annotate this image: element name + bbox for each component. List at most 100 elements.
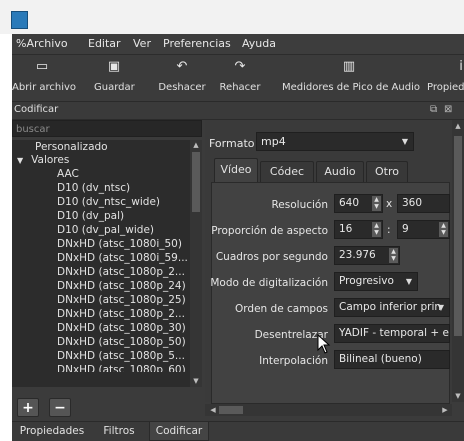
dock-title: Codificar <box>14 104 59 115</box>
properties-button[interactable]: i Propied <box>424 55 464 101</box>
float-icon[interactable]: ⧉ <box>430 104 437 115</box>
resolution-width-value: 640 <box>339 197 360 209</box>
tab-filters[interactable]: Filtros <box>94 422 144 441</box>
preset-item[interactable]: DNxHD (atsc_1080p_50) <box>57 336 186 349</box>
resolution-width-input[interactable]: 640 ▲ ▼ <box>334 194 383 213</box>
tab-other[interactable]: Otro <box>366 161 408 182</box>
preset-item[interactable]: D10 (dv_ntsc) <box>57 182 130 195</box>
aspect-den-input[interactable]: 9 ▲ ▼ <box>397 220 450 239</box>
preset-item[interactable]: DNxHD (atsc_1080p_2... <box>57 266 185 279</box>
preset-item[interactable]: D10 (dv_pal_wide) <box>57 224 154 237</box>
aspect-ratio-label: Proporción de aspecto <box>211 225 328 237</box>
open-file-button[interactable]: ▭ Abrir archivo <box>12 55 77 101</box>
properties-label: Propied <box>427 82 464 93</box>
resolution-height-input[interactable]: 360 <box>397 194 450 213</box>
open-file-label: Abrir archivo <box>12 82 77 93</box>
spinner-icon[interactable]: ▲ ▼ <box>439 222 448 237</box>
aspect-num-input[interactable]: 16 ▲ ▼ <box>334 220 383 239</box>
menu-ayuda[interactable]: Ayuda <box>242 37 276 50</box>
expand-arrow-icon: ▼ <box>17 156 24 165</box>
menu-preferencias[interactable]: Preferencias <box>163 37 231 50</box>
app-window: %Archivo Editar Ver Preferencias Ayuda ▭… <box>12 34 464 441</box>
fps-label: Cuadros por segundo <box>215 251 328 263</box>
info-icon: i <box>459 59 463 74</box>
resolution-label: Resolución <box>271 199 328 211</box>
interpolation-select[interactable]: Bilineal (bueno) <box>334 350 450 369</box>
audio-peak-meters-button[interactable]: ▥ Medidores de Pico de Audio <box>282 55 420 101</box>
tab-encode[interactable]: Codificar <box>149 422 209 441</box>
tab-codec[interactable]: Códec <box>260 161 314 182</box>
audio-peak-meters-label: Medidores de Pico de Audio <box>282 82 420 93</box>
preset-item[interactable]: DNxHD (atsc_1080i_50) <box>57 238 182 251</box>
scroll-up-icon[interactable]: ▲ <box>452 122 464 130</box>
tree-group-custom[interactable]: Personalizado <box>35 141 108 154</box>
redo-label: Rehacer <box>219 82 261 93</box>
close-icon[interactable]: ⊠ <box>444 104 452 115</box>
audio-meter-icon: ▥ <box>342 59 356 74</box>
tab-video[interactable]: Vídeo <box>214 158 258 182</box>
scroll-down-icon[interactable]: ▼ <box>452 392 464 400</box>
scroll-down-icon[interactable]: ▼ <box>190 377 202 385</box>
encode-dock-header: Codificar ⧉ ⊠ <box>12 102 464 120</box>
scroll-right-icon[interactable]: ▶ <box>439 406 451 414</box>
menu-ver[interactable]: Ver <box>133 37 151 50</box>
video-tab-content <box>211 182 450 404</box>
preset-item[interactable]: DNxHD (atsc_1080p_60) <box>57 364 186 372</box>
undo-button[interactable]: ↶ Deshacer <box>158 55 206 101</box>
fps-input[interactable]: 23.976 ▲ ▼ <box>334 246 400 265</box>
add-preset-button[interactable]: + <box>17 398 39 417</box>
deinterlacer-select[interactable]: YADIF - temporal + e <box>334 324 450 343</box>
aspect-den-value: 9 <box>402 223 409 235</box>
presets-scrollbar-thumb[interactable] <box>192 152 200 212</box>
chevron-down-icon: ▼ <box>401 137 408 146</box>
menu-bar: %Archivo Editar Ver Preferencias Ayuda <box>12 34 464 55</box>
tree-group-stock[interactable]: ▼ Valores <box>17 154 69 167</box>
preset-item[interactable]: DNxHD (atsc_1080p_2... <box>57 308 185 321</box>
aspect-separator: : <box>387 224 391 236</box>
preset-item[interactable]: DNxHD (atsc_1080p_5... <box>57 350 185 363</box>
presets-tree: Personalizado ▼ Valores AAC D10 (dv_ntsc)… <box>12 140 190 387</box>
scroll-left-icon[interactable]: ◀ <box>207 406 219 414</box>
scan-mode-label: Modo de digitalización <box>210 277 328 289</box>
mouse-cursor-icon <box>317 334 331 354</box>
format-value: mp4 <box>261 135 286 148</box>
preset-item[interactable]: DNxHD (atsc_1080i_59... <box>57 252 188 265</box>
fps-value: 23.976 <box>339 249 376 261</box>
field-order-select[interactable]: Campo inferior prin ▼ <box>334 298 450 317</box>
folder-icon: ▭ <box>35 59 49 74</box>
settings-vertical-scrollbar-thumb[interactable] <box>454 136 462 336</box>
chevron-down-icon: ▼ <box>437 303 444 312</box>
menu-archivo[interactable]: %Archivo <box>16 37 68 50</box>
save-label: Guardar <box>94 82 135 93</box>
aspect-num-value: 16 <box>339 223 353 235</box>
resolution-separator: x <box>386 198 393 210</box>
undo-icon: ↶ <box>176 59 188 74</box>
save-button[interactable]: ▣ Guardar <box>94 55 135 101</box>
remove-preset-button[interactable]: − <box>49 398 71 417</box>
scan-mode-value: Progresivo <box>339 275 394 287</box>
spinner-icon[interactable]: ▲ ▼ <box>372 196 381 211</box>
scan-mode-select[interactable]: Progresivo ▼ <box>334 272 418 291</box>
preset-item[interactable]: AAC <box>57 168 79 181</box>
preset-item[interactable]: D10 (dv_ntsc_wide) <box>57 196 160 209</box>
preset-item[interactable]: DNxHD (atsc_1080p_30) <box>57 322 186 335</box>
tab-audio[interactable]: Audio <box>316 161 364 182</box>
tab-properties[interactable]: Propiedades <box>14 422 90 441</box>
spinner-icon[interactable]: ▲ ▼ <box>389 248 398 263</box>
interpolation-label: Interpolación <box>259 355 328 367</box>
format-label: Formato <box>209 137 255 150</box>
redo-icon: ↷ <box>234 59 246 74</box>
toolbar: ▭ Abrir archivo ▣ Guardar ↶ Deshacer ↷ R… <box>12 55 464 102</box>
preset-item[interactable]: DNxHD (atsc_1080p_24) <box>57 280 186 293</box>
redo-button[interactable]: ↷ Rehacer <box>218 55 262 101</box>
spinner-icon[interactable]: ▲ ▼ <box>372 222 381 237</box>
app-icon <box>11 11 28 29</box>
search-input[interactable]: buscar <box>12 120 202 137</box>
scroll-up-icon[interactable]: ▲ <box>190 141 202 149</box>
chevron-down-icon: ▼ <box>405 277 412 286</box>
menu-editar[interactable]: Editar <box>88 37 121 50</box>
preset-item[interactable]: DNxHD (atsc_1080p_25) <box>57 294 186 307</box>
format-select[interactable]: mp4 ▼ <box>256 132 414 151</box>
preset-item[interactable]: D10 (dv_pal) <box>57 210 124 223</box>
settings-horizontal-scrollbar-thumb[interactable] <box>219 406 243 414</box>
